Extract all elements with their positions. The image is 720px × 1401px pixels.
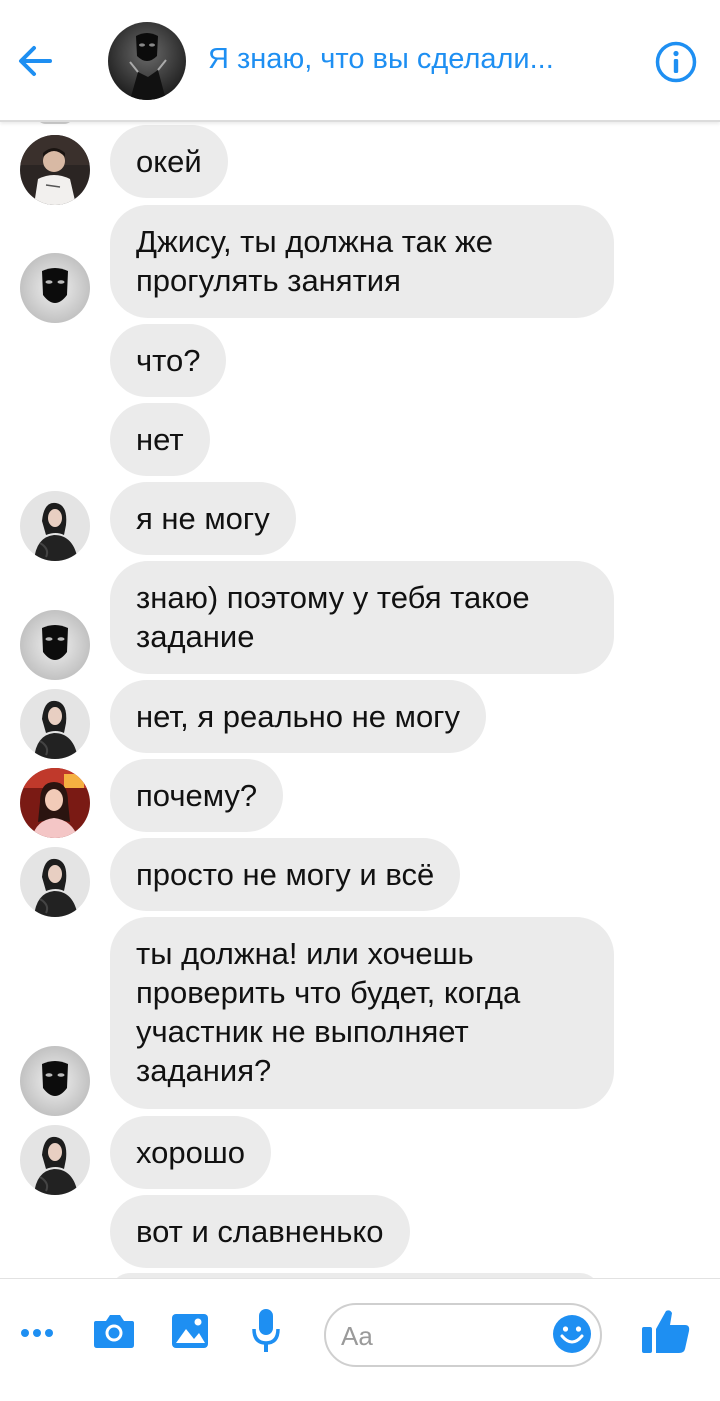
message-thread[interactable]: окей Джису, ты должна так же прогулять з… <box>0 122 720 1278</box>
more-options-icon[interactable] <box>18 1323 58 1343</box>
gallery-icon[interactable] <box>170 1311 210 1351</box>
avatar-girl-black[interactable] <box>20 491 90 561</box>
microphone-icon[interactable] <box>250 1307 282 1355</box>
camera-icon[interactable] <box>92 1311 136 1351</box>
back-arrow-icon[interactable] <box>10 38 60 84</box>
message-bubble[interactable]: Джису, ты должна так же прогулять заняти… <box>110 205 614 318</box>
message-bubble[interactable]: хорошо <box>110 1116 271 1189</box>
conversation-title[interactable]: Я знаю, что вы сделали... <box>208 43 628 76</box>
message-composer: Aa <box>0 1278 720 1401</box>
message-bubble[interactable]: ты должна! или хочешь проверить что буде… <box>110 917 614 1109</box>
message-input-placeholder: Aa <box>341 1321 373 1351</box>
message-bubble[interactable]: знаю) поэтому у тебя такое задание <box>110 561 614 674</box>
avatar-girl-black[interactable] <box>20 1125 90 1195</box>
message-bubble[interactable]: нет, я реально не могу <box>110 680 486 753</box>
avatar-girl-black[interactable] <box>20 847 90 917</box>
emoji-icon[interactable] <box>552 1314 592 1354</box>
avatar-boy[interactable] <box>20 135 90 205</box>
group-avatar[interactable] <box>108 22 186 100</box>
message-bubble[interactable]: что? <box>110 324 227 397</box>
message-bubble[interactable]: вот и славненько <box>110 1195 410 1268</box>
avatar-girl-red[interactable] <box>20 768 90 838</box>
thumbs-up-icon[interactable] <box>640 1307 692 1355</box>
message-bubble[interactable]: почему? <box>110 759 284 832</box>
partial-avatar <box>36 122 74 124</box>
info-icon[interactable] <box>654 40 698 84</box>
conversation-header: Я знаю, что вы сделали... <box>0 0 720 122</box>
avatar-mask[interactable] <box>20 1046 90 1116</box>
avatar-mask[interactable] <box>20 610 90 680</box>
message-bubble[interactable]: окей <box>110 125 228 198</box>
message-bubble[interactable]: я не могу <box>110 482 296 555</box>
avatar-girl-black[interactable] <box>20 689 90 759</box>
message-bubble[interactable]: нет <box>110 403 210 476</box>
avatar-mask[interactable] <box>20 253 90 323</box>
message-input[interactable]: Aa <box>324 1303 602 1367</box>
message-bubble[interactable]: просто не могу и всё <box>110 838 461 911</box>
